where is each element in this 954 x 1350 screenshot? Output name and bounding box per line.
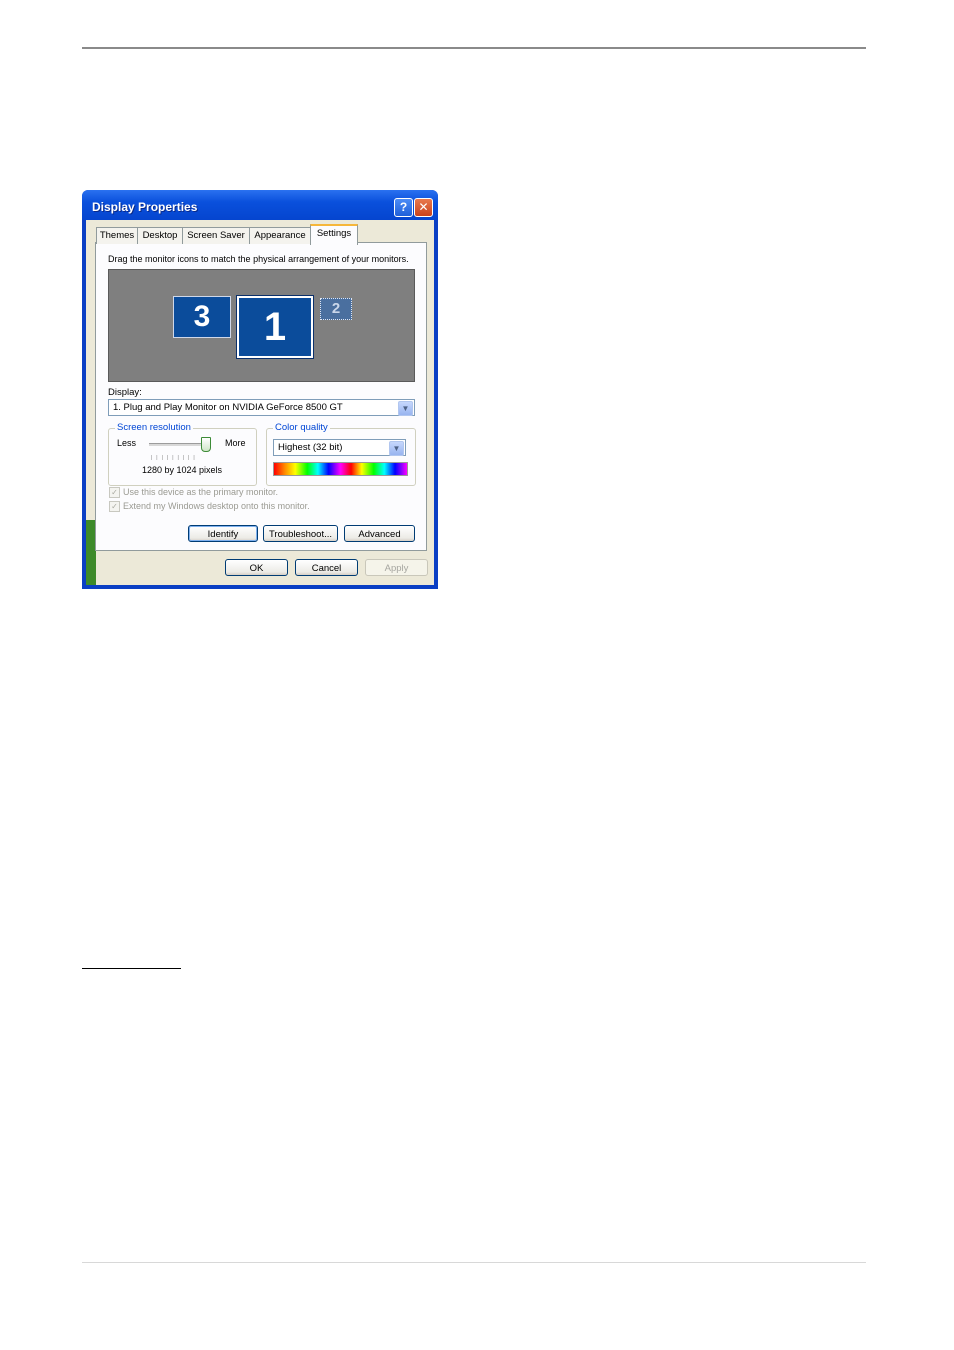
chevron-down-icon[interactable]: ▼ <box>398 401 413 416</box>
monitor-1-icon[interactable]: 1 <box>236 295 314 359</box>
screen-resolution-group: Screen resolution Less More ||||||||| 12… <box>108 422 257 486</box>
monitor-2-icon[interactable]: 2 <box>320 298 352 320</box>
resolution-slider-track[interactable] <box>149 443 207 446</box>
extend-desktop-label: Extend my Windows desktop onto this moni… <box>123 501 310 511</box>
color-quality-select[interactable]: Highest (32 bit) ▼ <box>273 439 406 456</box>
troubleshoot-button[interactable]: Troubleshoot... <box>263 525 338 542</box>
resolution-more-label: More <box>225 438 246 448</box>
resolution-value: 1280 by 1024 pixels <box>142 465 223 475</box>
primary-monitor-checkbox[interactable]: ✓ <box>109 487 120 498</box>
color-quality-group: Color quality Highest (32 bit) ▼ <box>266 422 416 486</box>
page-header-rule <box>82 47 866 49</box>
page-footer-rule <box>82 1262 866 1263</box>
monitor-3-icon[interactable]: 3 <box>173 296 231 338</box>
tab-settings[interactable]: Settings <box>310 224 358 245</box>
display-select-value: 1. Plug and Play Monitor on NVIDIA GeFor… <box>113 402 343 413</box>
primary-monitor-label: Use this device as the primary monitor. <box>123 487 279 497</box>
help-button[interactable]: ? <box>394 198 413 217</box>
color-spectrum-bar <box>273 462 408 476</box>
instruction-text: Drag the monitor icons to match the phys… <box>108 254 409 264</box>
tab-desktop[interactable]: Desktop <box>137 227 183 244</box>
ok-button[interactable]: OK <box>225 559 288 576</box>
tab-appearance[interactable]: Appearance <box>249 227 311 244</box>
screen-resolution-title: Screen resolution <box>115 422 193 433</box>
identify-button[interactable]: Identify <box>188 525 258 542</box>
section-underline <box>82 968 181 969</box>
display-select[interactable]: 1. Plug and Play Monitor on NVIDIA GeFor… <box>108 399 415 416</box>
resolution-less-label: Less <box>117 438 137 448</box>
resolution-slider-thumb[interactable] <box>201 437 211 452</box>
window-title: Display Properties <box>92 200 198 214</box>
slider-ticks: ||||||||| <box>151 455 199 461</box>
advanced-button[interactable]: Advanced <box>344 525 415 542</box>
close-button[interactable]: ✕ <box>414 198 433 217</box>
help-icon: ? <box>399 200 408 214</box>
tab-screen-saver[interactable]: Screen Saver <box>182 227 250 244</box>
color-quality-value: Highest (32 bit) <box>278 442 343 453</box>
display-properties-window: Display Properties ? ✕ Themes Desktop Sc… <box>82 190 438 589</box>
tab-themes[interactable]: Themes <box>96 227 138 244</box>
monitor-arrangement-area[interactable]: 3 1 2 <box>108 269 415 382</box>
color-quality-title: Color quality <box>273 422 330 433</box>
extend-desktop-checkbox[interactable]: ✓ <box>109 501 120 512</box>
title-bar[interactable]: Display Properties ? ✕ <box>82 190 438 220</box>
display-label: Display: <box>108 387 142 398</box>
close-icon: ✕ <box>418 200 429 214</box>
cancel-button[interactable]: Cancel <box>295 559 358 576</box>
apply-button[interactable]: Apply <box>365 559 428 576</box>
chevron-down-icon[interactable]: ▼ <box>389 441 404 456</box>
